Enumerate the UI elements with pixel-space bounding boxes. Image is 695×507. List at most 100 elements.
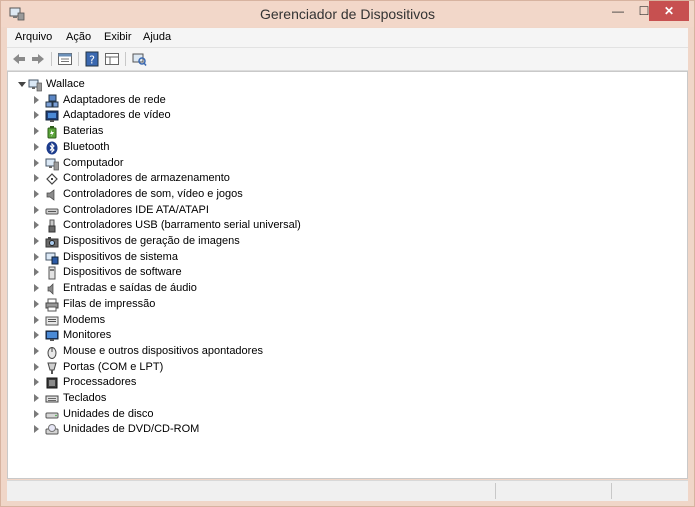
expand-arrow-icon[interactable] [34,378,39,387]
view-icon[interactable] [104,51,120,67]
battery-icon [45,125,59,139]
tree-item[interactable]: Dispositivos de geração de imagens [8,234,668,250]
menu-bar: Arquivo Ação Exibir Ajuda [7,28,688,48]
expand-arrow-icon[interactable] [34,409,39,418]
display-adapter-icon [45,109,59,123]
computer-icon [28,78,42,92]
tree-item[interactable]: Controladores IDE ATA/ATAPI [8,203,668,219]
minimize-button[interactable]: — [605,1,631,21]
expand-arrow-icon[interactable] [34,252,39,261]
network-adapter-icon [45,94,59,108]
menu-ajuda[interactable]: Ajuda [143,31,171,43]
expand-arrow-icon[interactable] [34,394,39,402]
help-icon[interactable]: ? [84,51,100,67]
expand-arrow-icon[interactable] [34,189,39,198]
printer-icon [45,298,59,312]
expand-arrow-icon[interactable] [34,174,39,183]
ide-controller-icon [45,204,59,218]
expand-arrow-icon[interactable] [34,299,39,308]
expand-arrow-icon[interactable] [34,111,39,120]
toolbar-separator [125,52,126,66]
audio-io-icon [45,282,59,296]
expanded-arrow-icon[interactable] [18,82,26,87]
expand-arrow-icon[interactable] [34,237,39,245]
disk-drive-icon [45,408,59,422]
expand-arrow-icon[interactable] [34,284,39,293]
tree-item-label: Wallace [46,78,85,90]
expand-arrow-icon[interactable] [34,362,39,371]
menu-acao[interactable]: Ação [66,31,91,43]
tree-item-label: Bluetooth [63,140,110,153]
tree-item[interactable]: Portas (COM e LPT) [8,360,668,376]
computer-icon [45,157,59,171]
tree-item[interactable]: Controladores USB (barramento serial uni… [8,218,668,234]
tree-item-label: Controladores de som, vídeo e jogos [63,187,243,200]
tree-item[interactable]: Baterias [8,124,668,140]
expand-arrow-icon[interactable] [34,425,39,434]
scan-hardware-icon[interactable] [131,51,147,67]
tree-item-label: Monitores [63,329,112,342]
expand-arrow-icon[interactable] [34,127,39,136]
system-device-icon [45,251,59,265]
tree-item[interactable]: Filas de impressão [8,297,668,313]
menu-arquivo[interactable]: Arquivo [15,31,52,43]
tree-item[interactable]: Processadores [8,375,668,391]
device-tree-panel[interactable]: Wallace Adaptadores de rede Adaptadores de… [7,71,688,479]
tree-item[interactable]: Adaptadores de vídeo [8,108,668,124]
usb-icon [45,219,59,233]
menu-exibir[interactable]: Exibir [104,31,132,43]
expand-arrow-icon[interactable] [34,95,39,104]
tree-item-label: Adaptadores de rede [63,93,166,106]
window-title: Gerenciador de Dispositivos [259,6,436,22]
speaker-icon [45,188,59,202]
tree-item-label: Filas de impressão [63,297,156,310]
tree-item[interactable]: Dispositivos de software [8,265,668,281]
forward-arrow-icon[interactable] [30,51,46,67]
tree-item-label: Adaptadores de vídeo [63,109,171,122]
software-device-icon [45,266,59,280]
title-bar[interactable]: Gerenciador de Dispositivos — ☐ ✕ [1,1,694,27]
tree-item[interactable]: Mouse e outros dispositivos apontadores [8,344,668,360]
tree-item[interactable]: Dispositivos de sistema [8,250,668,266]
tree-item[interactable]: Computador [8,156,668,172]
camera-icon [45,235,59,249]
tree-item[interactable]: Controladores de som, vídeo e jogos [8,187,668,203]
expand-arrow-icon[interactable] [34,158,39,167]
tree-item[interactable]: Entradas e saídas de áudio [8,281,668,297]
expand-arrow-icon[interactable] [34,205,39,214]
tree-item[interactable]: Modems [8,313,668,329]
tree-item[interactable]: Unidades de DVD/CD-ROM [8,422,668,438]
status-bar [7,480,688,501]
tree-item-label: Teclados [63,392,107,404]
tree-item-label: Unidades de disco [63,407,154,420]
close-button[interactable]: ✕ [649,1,689,21]
tree-item[interactable]: Teclados [8,391,668,407]
expand-arrow-icon[interactable] [34,331,39,340]
expand-arrow-icon[interactable] [34,315,39,324]
expand-arrow-icon[interactable] [34,346,39,355]
tree-item[interactable]: Monitores [8,328,668,344]
expand-arrow-icon[interactable] [34,268,39,277]
back-arrow-icon[interactable] [11,51,27,67]
processor-icon [45,376,59,390]
tree-item[interactable]: Bluetooth [8,140,668,156]
tree-item-label: Entradas e saídas de áudio [63,282,197,295]
tree-root[interactable]: Wallace [8,77,668,93]
tree-item-label: Modems [63,313,106,326]
tree-item-label: Dispositivos de geração de imagens [63,235,240,247]
svg-text:?: ? [89,54,95,67]
toolbar-separator [51,52,52,66]
toolbar: ? [7,48,688,71]
expand-arrow-icon[interactable] [34,142,39,151]
dvd-drive-icon [45,423,59,437]
tree-item-label: Controladores de armazenamento [63,172,230,185]
keyboard-icon [45,392,59,406]
tree-item-label: Dispositivos de sistema [63,250,178,263]
tree-item[interactable]: Controladores de armazenamento [8,171,668,187]
properties-icon[interactable] [57,51,73,67]
tree-item[interactable]: Adaptadores de rede [8,93,668,109]
status-divider [495,483,496,499]
tree-item-label: Baterias [63,125,104,138]
expand-arrow-icon[interactable] [34,221,39,230]
tree-item[interactable]: Unidades de disco [8,407,668,423]
